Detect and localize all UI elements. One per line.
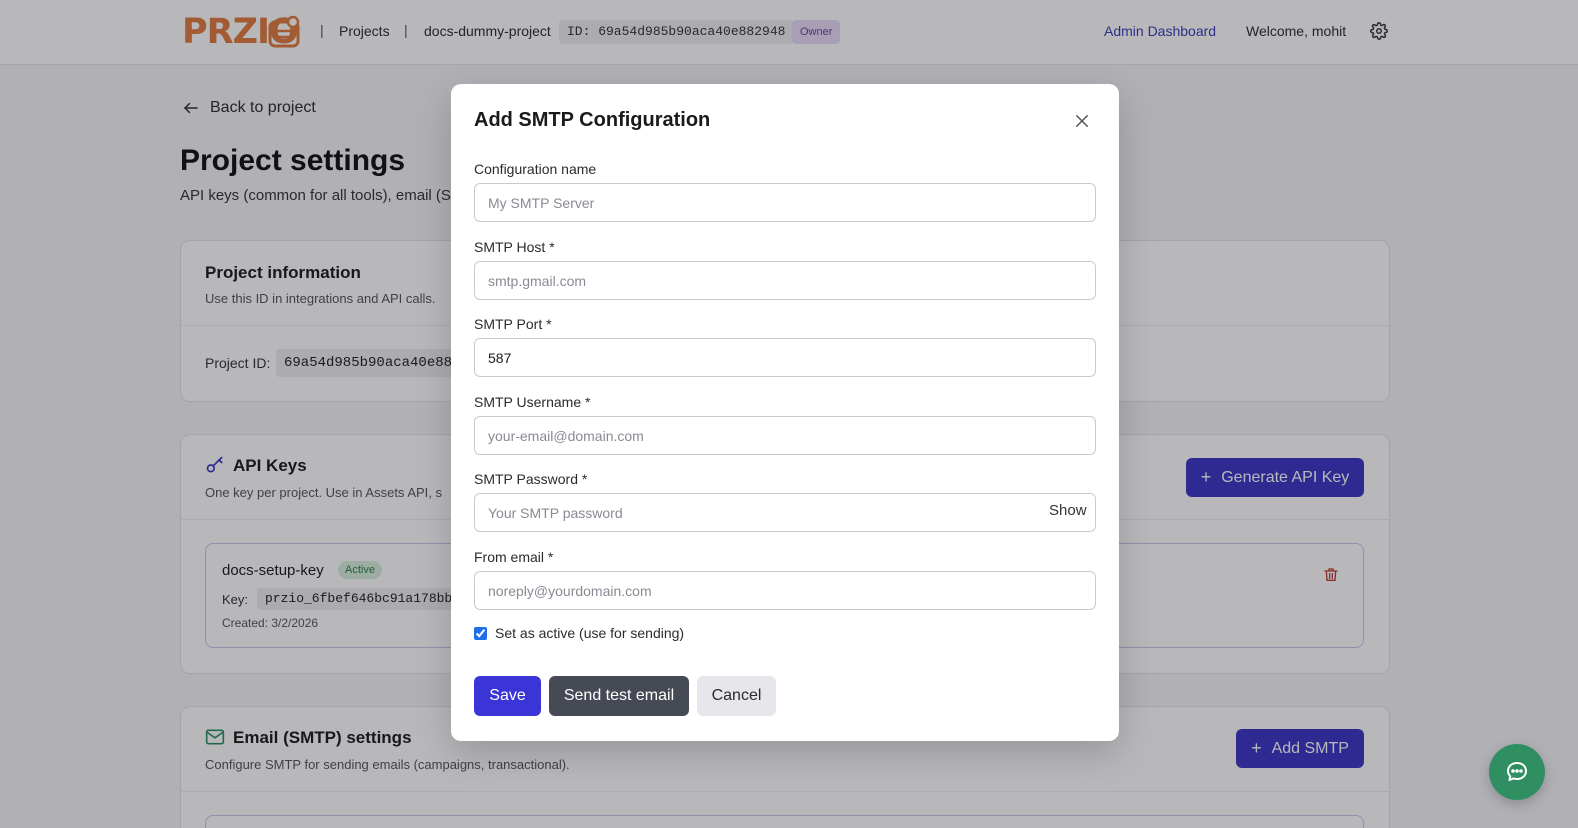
smtp-host-input[interactable] <box>474 261 1096 300</box>
active-checkbox-row: Set as active (use for sending) <box>474 625 684 641</box>
from-email-input[interactable] <box>474 571 1096 610</box>
modal-title: Add SMTP Configuration <box>474 109 711 131</box>
chat-bubble-icon <box>1507 762 1527 781</box>
smtp-username-input[interactable] <box>474 416 1096 455</box>
from-email-label: From email * <box>474 549 554 565</box>
config-name-input[interactable] <box>474 183 1096 222</box>
show-password-toggle[interactable]: Show <box>1049 502 1087 519</box>
smtp-username-label: SMTP Username * <box>474 394 591 410</box>
send-test-email-button[interactable]: Send test email <box>549 676 689 716</box>
save-button[interactable]: Save <box>474 676 541 716</box>
smtp-password-input[interactable] <box>474 493 1096 532</box>
active-checkbox[interactable] <box>474 626 487 640</box>
cancel-button[interactable]: Cancel <box>697 676 776 716</box>
smtp-password-label: SMTP Password * <box>474 471 588 487</box>
active-checkbox-label: Set as active (use for sending) <box>495 625 685 641</box>
smtp-port-input[interactable] <box>474 338 1096 377</box>
smtp-host-label: SMTP Host * <box>474 239 555 255</box>
smtp-port-label: SMTP Port * <box>474 316 552 332</box>
add-smtp-modal: Add SMTP Configuration Configuration nam… <box>451 84 1119 741</box>
close-icon[interactable] <box>1073 112 1091 130</box>
chat-button[interactable] <box>1489 744 1545 800</box>
config-name-label: Configuration name <box>474 161 597 177</box>
